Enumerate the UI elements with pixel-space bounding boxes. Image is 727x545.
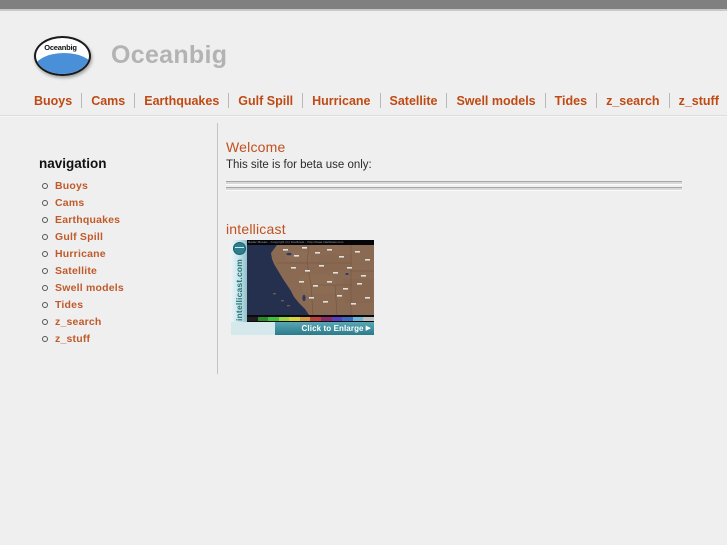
legend-swatch-5: [299, 316, 311, 321]
legend-swatch-1: [257, 316, 269, 321]
nav-item-cams[interactable]: Cams: [82, 93, 134, 109]
sidebar-item-hurricane[interactable]: Hurricane: [39, 245, 124, 262]
sidebar-item-cams[interactable]: Cams: [39, 194, 124, 211]
horizontal-rule-2: [226, 187, 682, 191]
nav-item-z-stuff[interactable]: z_stuff: [670, 93, 727, 109]
logo-ellipse-shape: [34, 36, 91, 76]
sidebar-item-label[interactable]: Cams: [55, 197, 84, 209]
nav-item-z-search[interactable]: z_search: [597, 93, 669, 109]
arrow-right-icon: ▶: [365, 325, 371, 332]
brand-block[interactable]: Oceanbig Oceanbig: [34, 36, 228, 76]
oceanbig-logo-icon[interactable]: Oceanbig: [34, 36, 91, 76]
sidebar-item-earthquakes[interactable]: Earthquakes: [39, 211, 124, 228]
page-canvas: Oceanbig Oceanbig Buoys Cams Earthquakes Gu…: [0, 11, 727, 545]
nav-item-hurricane[interactable]: Hurricane: [303, 93, 379, 109]
circle-bullet-icon: [42, 234, 48, 240]
sidebar-item-label[interactable]: z_search: [55, 316, 102, 328]
intellicast-brand-text: intellicast.com: [234, 258, 244, 322]
nav-item-gulf-spill[interactable]: Gulf Spill: [229, 93, 302, 109]
sidebar-heading: navigation: [39, 156, 107, 171]
legend-swatch-6: [310, 316, 322, 321]
window-chrome-bar: [0, 0, 727, 9]
content-area: navigation Buoys Cams Earthquakes Gulf Spil…: [0, 117, 727, 545]
sidebar-item-buoys[interactable]: Buoys: [39, 177, 124, 194]
sidebar-item-z-search[interactable]: z_search: [39, 313, 124, 330]
legend-swatch-2: [268, 316, 279, 321]
welcome-heading: Welcome: [226, 139, 286, 155]
circle-bullet-icon: [42, 251, 48, 257]
thumbnail-brand-rail: intellicast.com: [231, 240, 247, 335]
circle-bullet-icon: [42, 319, 48, 325]
site-title: Oceanbig: [111, 40, 228, 69]
circle-bullet-icon: [42, 200, 48, 206]
circle-bullet-icon: [42, 217, 48, 223]
intellicast-heading: intellicast: [226, 221, 286, 237]
horizontal-rule-1: [226, 181, 682, 185]
legend-swatch-0: [247, 316, 258, 321]
legend-swatch-10: [352, 316, 364, 321]
legend-swatch-11: [363, 316, 374, 321]
primary-navigation[interactable]: Buoys Cams Earthquakes Gulf Spill Hurricane S…: [34, 90, 727, 111]
site-header: Oceanbig Oceanbig: [0, 11, 727, 89]
sidebar-item-satellite[interactable]: Satellite: [39, 262, 124, 279]
sidebar-item-label[interactable]: Tides: [55, 299, 83, 311]
circle-bullet-icon: [42, 285, 48, 291]
thumbnail-footer-left: [231, 322, 275, 335]
logo-wave-shape: [36, 53, 89, 74]
click-to-enlarge-label: Click to Enlarge: [301, 324, 364, 333]
sidebar-item-label[interactable]: Hurricane: [55, 248, 106, 260]
sidebar-item-swell-models[interactable]: Swell models: [39, 279, 124, 296]
sidebar-item-label[interactable]: z_stuff: [55, 333, 90, 345]
sidebar-item-label[interactable]: Earthquakes: [55, 214, 120, 226]
circle-bullet-icon: [42, 183, 48, 189]
circle-bullet-icon: [42, 302, 48, 308]
legend-swatch-4: [289, 316, 300, 321]
column-divider: [217, 123, 218, 374]
nav-item-buoys[interactable]: Buoys: [34, 93, 81, 109]
sidebar-item-label[interactable]: Buoys: [55, 180, 88, 192]
sidebar-item-label[interactable]: Gulf Spill: [55, 231, 103, 243]
radar-map-image[interactable]: Radar Mosaic - Copyright (C) Intellicast…: [247, 240, 374, 322]
nav-item-tides[interactable]: Tides: [546, 93, 596, 109]
sidebar-item-label[interactable]: Swell models: [55, 282, 124, 294]
legend-swatch-3: [278, 316, 290, 321]
radar-color-legend: [247, 315, 374, 322]
legend-swatch-8: [331, 316, 343, 321]
legend-swatch-9: [342, 316, 353, 321]
nav-item-satellite[interactable]: Satellite: [381, 93, 447, 109]
logo-word-text: Oceanbig: [44, 43, 77, 52]
click-to-enlarge-button[interactable]: Click to Enlarge ▶: [275, 322, 374, 335]
intellicast-radar-thumbnail[interactable]: intellicast.com Radar Mosaic - Copyright…: [231, 240, 374, 335]
sidebar-item-label[interactable]: Satellite: [55, 265, 97, 277]
nav-item-swell-models[interactable]: Swell models: [447, 93, 544, 109]
circle-bullet-icon: [42, 336, 48, 342]
thumbnail-footer[interactable]: Click to Enlarge ▶: [231, 322, 374, 335]
sidebar-item-z-stuff[interactable]: z_stuff: [39, 330, 124, 347]
sidebar-item-tides[interactable]: Tides: [39, 296, 124, 313]
welcome-body-text: This site is for beta use only:: [226, 159, 372, 171]
radar-land-area: [247, 245, 374, 315]
nav-item-earthquakes[interactable]: Earthquakes: [135, 93, 228, 109]
sidebar-item-gulf-spill[interactable]: Gulf Spill: [39, 228, 124, 245]
circle-bullet-icon: [42, 268, 48, 274]
legend-swatch-7: [321, 316, 332, 321]
sidebar-list[interactable]: Buoys Cams Earthquakes Gulf Spill Hurricane S…: [39, 177, 124, 347]
